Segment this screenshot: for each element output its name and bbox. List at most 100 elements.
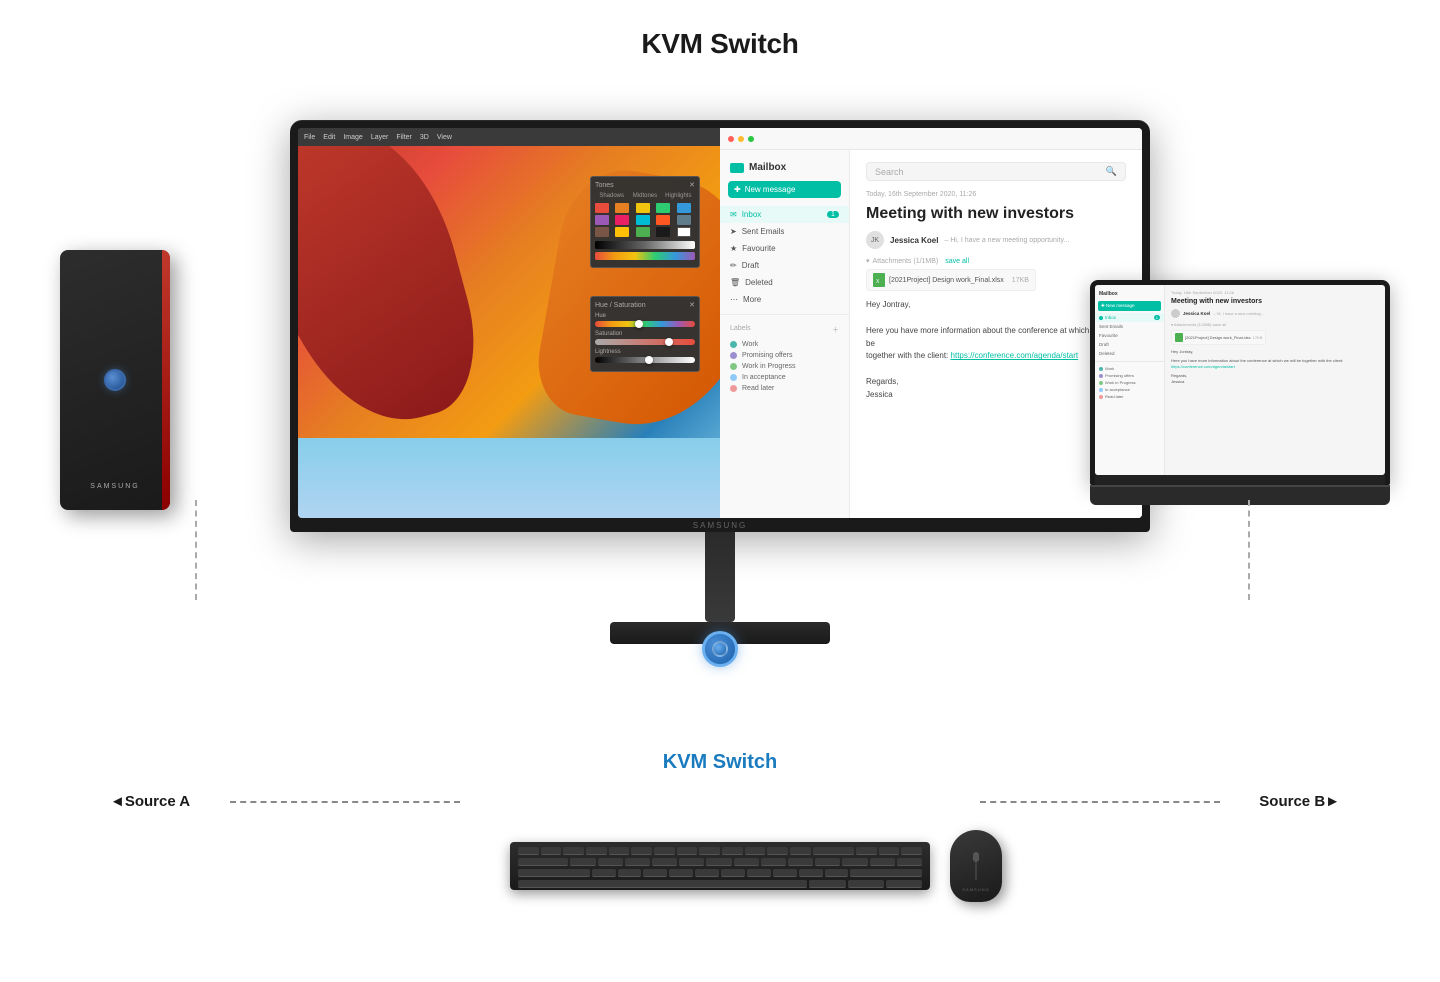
swatch-orange[interactable] xyxy=(615,203,629,213)
tower-power-button[interactable] xyxy=(104,369,126,391)
laptop-attachment[interactable]: [2021Project] Design work_Final.xlsx 17K… xyxy=(1171,330,1266,345)
key[interactable] xyxy=(669,869,693,877)
swatch-deep-orange[interactable] xyxy=(656,215,670,225)
key-caps[interactable] xyxy=(518,869,590,877)
saturation-slider[interactable] xyxy=(595,339,695,345)
new-message-button[interactable]: ✚ New message xyxy=(728,181,841,198)
email-conference-link[interactable]: https://conference.com/agenda/start xyxy=(951,351,1079,360)
ps-hue-close[interactable]: ✕ xyxy=(689,301,695,309)
key-enter[interactable] xyxy=(850,869,922,877)
minimize-dot[interactable] xyxy=(738,136,744,142)
ps-menu-filter[interactable]: Filter xyxy=(396,134,412,141)
label-read-later[interactable]: Read later xyxy=(730,383,839,394)
swatch-cyan[interactable] xyxy=(636,215,650,225)
key[interactable] xyxy=(761,858,786,866)
add-label-icon[interactable]: ＋ xyxy=(832,325,839,335)
key[interactable] xyxy=(799,869,823,877)
key[interactable] xyxy=(773,869,797,877)
ps-menu-image[interactable]: Image xyxy=(343,134,362,141)
key[interactable] xyxy=(897,858,922,866)
laptop-new-message-btn[interactable]: ✚ New message xyxy=(1098,301,1161,311)
laptop-label-wip[interactable]: Work in Progress xyxy=(1095,379,1164,386)
swatch-pink[interactable] xyxy=(615,215,629,225)
maximize-dot[interactable] xyxy=(748,136,754,142)
key[interactable] xyxy=(842,858,867,866)
swatch-blue[interactable] xyxy=(677,203,691,213)
key[interactable] xyxy=(592,869,616,877)
sidebar-item-deleted[interactable]: 🗑 Deleted xyxy=(720,274,849,291)
key-arrow[interactable] xyxy=(848,880,884,888)
key[interactable] xyxy=(563,847,584,855)
laptop-sidebar-draft[interactable]: Draft xyxy=(1095,340,1164,349)
key[interactable] xyxy=(856,847,877,855)
key[interactable] xyxy=(586,847,607,855)
key[interactable] xyxy=(815,858,840,866)
lightness-thumb[interactable] xyxy=(645,356,653,364)
key[interactable] xyxy=(745,847,766,855)
key[interactable] xyxy=(598,858,623,866)
laptop-sidebar-inbox[interactable]: Inbox 1 xyxy=(1095,313,1164,322)
key[interactable] xyxy=(679,858,704,866)
swatch-white[interactable] xyxy=(677,227,691,237)
laptop-label-promising[interactable]: Promising offers xyxy=(1095,372,1164,379)
hue-slider[interactable] xyxy=(595,321,695,327)
ps-menu-file[interactable]: File xyxy=(304,134,315,141)
ps-menu-3d[interactable]: 3D xyxy=(420,134,429,141)
swatch-black[interactable] xyxy=(656,227,670,237)
key[interactable] xyxy=(767,847,788,855)
key[interactable] xyxy=(518,847,539,855)
key[interactable] xyxy=(609,847,630,855)
laptop-link[interactable]: https://conference.com/agenda/start xyxy=(1171,364,1235,369)
key[interactable] xyxy=(706,858,731,866)
sidebar-item-more[interactable]: ⋯ More xyxy=(720,291,849,308)
swatch-red[interactable] xyxy=(595,203,609,213)
ps-menu-layer[interactable]: Layer xyxy=(371,134,389,141)
swatch-brown[interactable] xyxy=(595,227,609,237)
label-wip[interactable]: Work in Progress xyxy=(730,361,839,372)
key[interactable] xyxy=(695,869,719,877)
laptop-label-read-later[interactable]: Read later xyxy=(1095,393,1164,400)
key[interactable] xyxy=(721,869,745,877)
key-backspace[interactable] xyxy=(813,847,854,855)
key[interactable] xyxy=(788,858,813,866)
laptop-label-work[interactable]: Work xyxy=(1095,365,1164,372)
ps-panel-close[interactable]: ✕ xyxy=(689,181,695,189)
key[interactable] xyxy=(747,869,771,877)
sidebar-item-sent[interactable]: ➤ Sent Emails xyxy=(720,223,849,240)
key[interactable] xyxy=(677,847,698,855)
lightness-slider[interactable] xyxy=(595,357,695,363)
laptop-sidebar-favourite[interactable]: Favourite xyxy=(1095,331,1164,340)
key[interactable] xyxy=(570,858,595,866)
attachment-file[interactable]: X [2021Project] Design work_Final.xlsx 1… xyxy=(866,269,1036,291)
hue-thumb[interactable] xyxy=(635,320,643,328)
swatch-gray[interactable] xyxy=(677,215,691,225)
ps-menu-view[interactable]: View xyxy=(437,134,452,141)
key[interactable] xyxy=(643,869,667,877)
swatch-amber[interactable] xyxy=(615,227,629,237)
key-arrow[interactable] xyxy=(809,880,845,888)
key[interactable] xyxy=(654,847,675,855)
sidebar-item-favourite[interactable]: ★ Favourite xyxy=(720,240,849,257)
ps-menu-edit[interactable]: Edit xyxy=(323,134,335,141)
close-dot[interactable] xyxy=(728,136,734,142)
key[interactable] xyxy=(722,847,743,855)
swatch-green[interactable] xyxy=(656,203,670,213)
laptop-label-acceptance[interactable]: In acceptance xyxy=(1095,386,1164,393)
key-spacebar[interactable] xyxy=(518,880,807,888)
key[interactable] xyxy=(618,869,642,877)
key[interactable] xyxy=(734,858,759,866)
label-acceptance[interactable]: In acceptance xyxy=(730,372,839,383)
swatch-purple[interactable] xyxy=(595,215,609,225)
kvm-switch-button[interactable] xyxy=(702,631,738,667)
search-bar[interactable]: Search 🔍 xyxy=(866,162,1126,181)
key[interactable] xyxy=(699,847,720,855)
saturation-thumb[interactable] xyxy=(665,338,673,346)
label-promising[interactable]: Promising offers xyxy=(730,350,839,361)
sidebar-item-inbox[interactable]: ✉ Inbox 1 xyxy=(720,206,849,223)
key[interactable] xyxy=(825,869,849,877)
key[interactable] xyxy=(870,858,895,866)
key[interactable] xyxy=(625,858,650,866)
laptop-sidebar-deleted[interactable]: Deleted xyxy=(1095,349,1164,358)
laptop-sidebar-sent[interactable]: Sent Emails xyxy=(1095,322,1164,331)
key-tab[interactable] xyxy=(518,858,568,866)
